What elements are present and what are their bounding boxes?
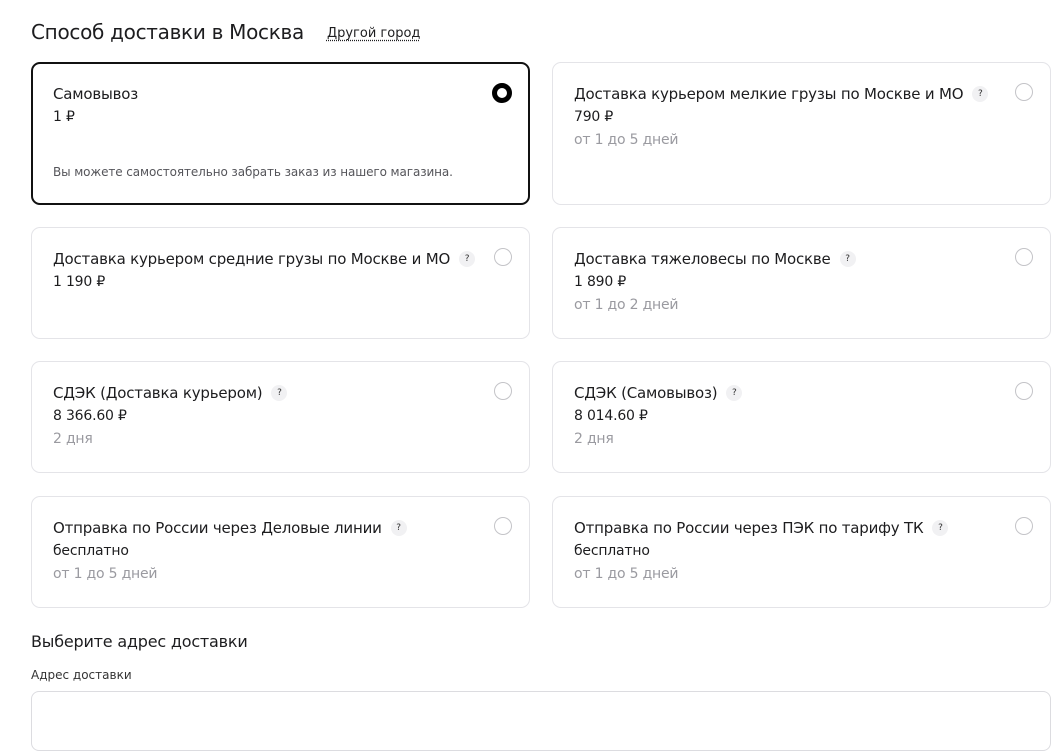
option-content: Доставка курьером средние грузы по Москв… — [53, 250, 479, 292]
help-icon[interactable]: ? — [972, 86, 989, 102]
help-icon[interactable]: ? — [932, 520, 949, 536]
option-radio[interactable] — [494, 517, 512, 535]
option-days: от 1 до 5 дней — [574, 566, 679, 582]
option-radio[interactable] — [1015, 248, 1033, 266]
delivery-header: Способ доставки в Москва Другой город — [31, 16, 420, 48]
delivery-option-cdek-pickup[interactable]: СДЭК (Самовывоз) ? 8 014.60 ₽ 2 дня — [552, 361, 1051, 473]
option-price: бесплатно — [53, 543, 129, 559]
delivery-option-pickup[interactable]: Самовывоз 1 ₽ Вы можете самостоятельно з… — [31, 62, 530, 205]
option-content: Отправка по России через Деловые линии ?… — [53, 519, 479, 582]
option-title-row: Отправка по России через ПЭК по тарифу Т… — [574, 519, 1000, 537]
help-icon[interactable]: ? — [390, 520, 407, 536]
option-price: 1 ₽ — [53, 109, 75, 125]
option-price: 790 ₽ — [574, 109, 614, 125]
option-price: 8 014.60 ₽ — [574, 408, 648, 424]
page-title: Способ доставки в Москва — [31, 20, 304, 44]
option-price: 1 890 ₽ — [574, 274, 627, 290]
option-title: Доставка курьером средние грузы по Москв… — [53, 250, 451, 268]
option-price: 8 366.60 ₽ — [53, 408, 127, 424]
help-icon[interactable]: ? — [839, 251, 856, 267]
option-days: от 1 до 5 дней — [574, 132, 679, 148]
option-radio[interactable] — [492, 83, 512, 103]
option-days: от 1 до 2 дней — [574, 297, 679, 313]
option-days: 2 дня — [574, 431, 614, 447]
help-icon[interactable]: ? — [726, 385, 743, 401]
option-radio[interactable] — [494, 248, 512, 266]
option-days: от 1 до 5 дней — [53, 566, 158, 582]
option-title-row: Доставка курьером мелкие грузы по Москве… — [574, 85, 1000, 103]
option-radio[interactable] — [1015, 382, 1033, 400]
address-section-title: Выберите адрес доставки — [31, 632, 248, 651]
help-icon[interactable]: ? — [271, 385, 288, 401]
option-content: СДЭК (Самовывоз) ? 8 014.60 ₽ 2 дня — [574, 384, 1000, 447]
option-radio[interactable] — [1015, 517, 1033, 535]
option-note: Вы можете самостоятельно забрать заказ и… — [53, 165, 453, 179]
delivery-option-delovye-linii[interactable]: Отправка по России через Деловые линии ?… — [31, 496, 530, 608]
option-content: Отправка по России через ПЭК по тарифу Т… — [574, 519, 1000, 582]
option-content: Доставка курьером мелкие грузы по Москве… — [574, 85, 1000, 148]
option-radio[interactable] — [1015, 83, 1033, 101]
option-title: СДЭК (Доставка курьером) — [53, 384, 263, 402]
option-title: СДЭК (Самовывоз) — [574, 384, 718, 402]
option-title: Отправка по России через Деловые линии — [53, 519, 382, 537]
option-title: Отправка по России через ПЭК по тарифу Т… — [574, 519, 924, 537]
address-field-label: Адрес доставки — [31, 668, 132, 682]
delivery-option-courier-small[interactable]: Доставка курьером мелкие грузы по Москве… — [552, 62, 1051, 205]
other-city-link[interactable]: Другой город — [327, 26, 420, 41]
option-days: 2 дня — [53, 431, 93, 447]
option-title: Самовывоз — [53, 85, 139, 103]
delivery-option-cdek-courier[interactable]: СДЭК (Доставка курьером) ? 8 366.60 ₽ 2 … — [31, 361, 530, 473]
option-content: Самовывоз 1 ₽ — [53, 85, 478, 127]
option-content: СДЭК (Доставка курьером) ? 8 366.60 ₽ 2 … — [53, 384, 479, 447]
help-icon[interactable]: ? — [459, 251, 476, 267]
delivery-option-courier-medium[interactable]: Доставка курьером средние грузы по Москв… — [31, 227, 530, 339]
option-title-row: Самовывоз — [53, 85, 478, 103]
delivery-option-pek[interactable]: Отправка по России через ПЭК по тарифу Т… — [552, 496, 1051, 608]
option-content: Доставка тяжеловесы по Москве ? 1 890 ₽ … — [574, 250, 1000, 313]
option-title-row: СДЭК (Самовывоз) ? — [574, 384, 1000, 402]
option-title: Доставка тяжеловесы по Москве — [574, 250, 831, 268]
delivery-option-heavy[interactable]: Доставка тяжеловесы по Москве ? 1 890 ₽ … — [552, 227, 1051, 339]
option-radio[interactable] — [494, 382, 512, 400]
address-input[interactable] — [31, 691, 1051, 751]
option-price: бесплатно — [574, 543, 650, 559]
option-price: 1 190 ₽ — [53, 274, 106, 290]
option-title-row: Отправка по России через Деловые линии ? — [53, 519, 479, 537]
option-title-row: Доставка курьером средние грузы по Москв… — [53, 250, 479, 268]
option-title-row: Доставка тяжеловесы по Москве ? — [574, 250, 1000, 268]
option-title: Доставка курьером мелкие грузы по Москве… — [574, 85, 964, 103]
option-title-row: СДЭК (Доставка курьером) ? — [53, 384, 479, 402]
